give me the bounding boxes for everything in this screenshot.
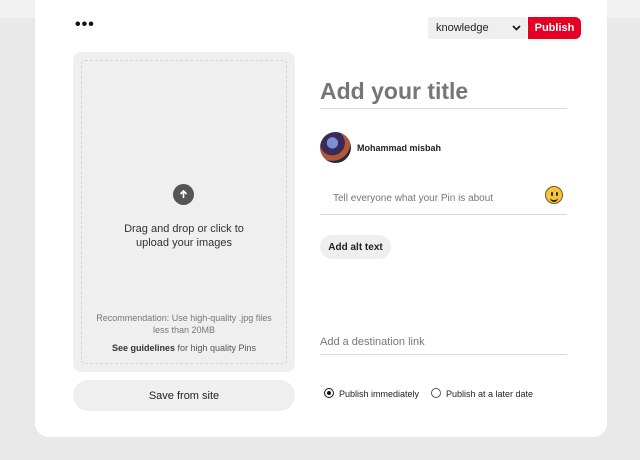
guidelines-rest: for high quality Pins <box>174 343 257 353</box>
upload-recommendation: Recommendation: Use high-quality .jpg fi… <box>85 312 283 336</box>
destination-link-input[interactable]: Add a destination link <box>320 330 567 355</box>
add-alt-text-button[interactable]: Add alt text <box>320 235 391 259</box>
upload-arrow-icon[interactable] <box>173 184 194 205</box>
board-select[interactable]: knowledge <box>428 17 527 39</box>
description-input[interactable]: Tell everyone what your Pin is about <box>320 183 567 215</box>
pin-builder-card: ••• knowledge Publish Drag and drop or c… <box>35 0 607 437</box>
publish-later-label[interactable]: Publish at a later date <box>446 388 533 400</box>
publish-later-radio[interactable] <box>431 388 441 398</box>
publish-immediately-radio[interactable] <box>324 388 334 398</box>
publish-button[interactable]: Publish <box>528 17 581 39</box>
upload-instruction-line-2: upload your images <box>135 237 232 249</box>
upload-instruction-line-1: Drag and drop or click to <box>124 223 244 235</box>
emoji-mouth <box>550 196 558 202</box>
recommendation-line-1: Recommendation: Use high-quality .jpg fi… <box>96 313 272 323</box>
publish-immediately-label[interactable]: Publish immediately <box>339 388 419 400</box>
emoji-icon[interactable] <box>545 186 563 204</box>
guidelines-text: See guidelines for high quality Pins <box>85 343 283 353</box>
user-name: Mohammad misbah <box>357 143 442 153</box>
guidelines-link[interactable]: See guidelines <box>112 343 175 353</box>
recommendation-line-2: less than 20MB <box>152 325 216 335</box>
avatar <box>320 132 351 163</box>
board-select-value: knowledge <box>436 22 489 34</box>
more-options-icon[interactable]: ••• <box>75 17 95 33</box>
chevron-down-icon <box>512 25 521 31</box>
save-from-site-button[interactable]: Save from site <box>73 380 295 411</box>
title-input[interactable]: Add your title <box>320 74 567 109</box>
upload-instructions: Drag and drop or click to upload your im… <box>85 222 283 250</box>
